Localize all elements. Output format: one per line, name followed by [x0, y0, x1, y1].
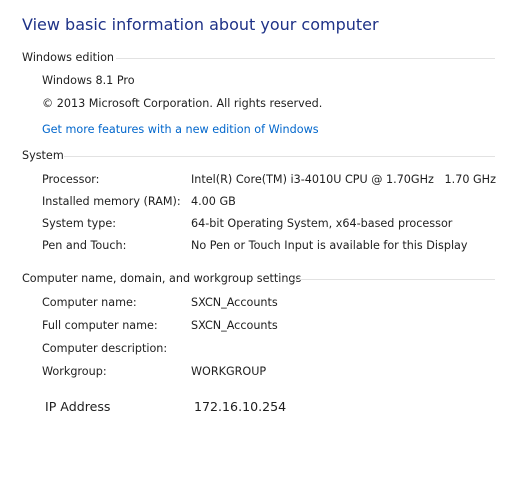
get-more-features-link[interactable]: Get more features with a new edition of …: [42, 123, 319, 137]
system-type-label: System type:: [42, 217, 117, 230]
system-heading: System: [22, 149, 64, 162]
installed-memory-label: Installed memory (RAM):: [42, 195, 181, 208]
pen-and-touch-label: Pen and Touch:: [42, 239, 127, 252]
page-title: View basic information about your comput…: [22, 15, 379, 34]
ip-address-label: IP Address: [45, 399, 111, 414]
system-type-value: 64-bit Operating System, x64-based proce…: [191, 217, 453, 230]
windows-edition-heading: Windows edition: [22, 51, 115, 64]
computer-name-value: SXCN_Accounts: [191, 296, 278, 309]
windows-edition-divider: [116, 58, 495, 59]
computer-name-heading: Computer name, domain, and workgroup set…: [22, 272, 302, 285]
processor-value: Intel(R) Core(TM) i3-4010U CPU @ 1.70GHz…: [191, 173, 496, 186]
pen-and-touch-value: No Pen or Touch Input is available for t…: [191, 239, 468, 252]
copyright-text: © 2013 Microsoft Corporation. All rights…: [42, 97, 323, 110]
workgroup-value: WORKGROUP: [191, 365, 267, 378]
workgroup-label: Workgroup:: [42, 365, 107, 378]
computer-name-divider: [292, 279, 495, 280]
full-computer-name-label: Full computer name:: [42, 319, 158, 332]
windows-edition-value: Windows 8.1 Pro: [42, 74, 135, 87]
computer-description-label: Computer description:: [42, 342, 168, 355]
processor-label: Processor:: [42, 173, 100, 186]
system-divider: [64, 156, 495, 157]
installed-memory-value: 4.00 GB: [191, 195, 236, 208]
computer-name-label: Computer name:: [42, 296, 137, 309]
ip-address-value: 172.16.10.254: [194, 399, 287, 414]
full-computer-name-value: SXCN_Accounts: [191, 319, 278, 332]
